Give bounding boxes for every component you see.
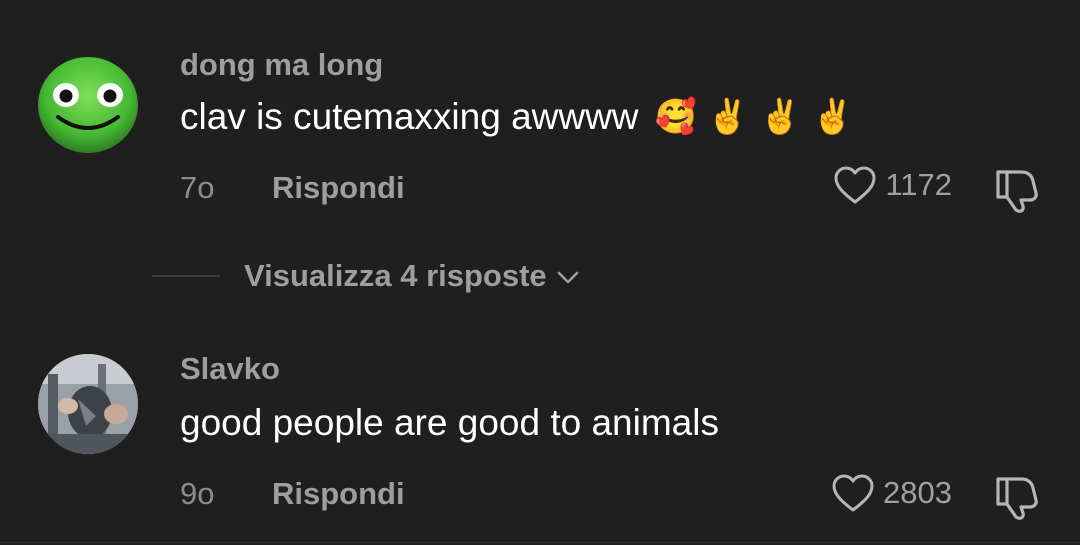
dislike-button[interactable]: [992, 473, 1042, 526]
avatar[interactable]: [38, 55, 138, 155]
victory-hand-icon: ✌️: [811, 98, 854, 136]
victory-hand-icon: ✌️: [759, 98, 802, 136]
comments-section: dong ma long clav is cutemaxxing awwww 🥰…: [0, 0, 1080, 545]
comment-time: 7o: [180, 170, 215, 205]
dislike-button[interactable]: [992, 166, 1042, 219]
divider: [152, 275, 220, 277]
like-count: 1172: [885, 167, 952, 202]
comment-text: good people are good to animals: [180, 402, 719, 444]
victory-hand-icon: ✌️: [706, 98, 750, 136]
divider: [0, 542, 1080, 543]
comment-username[interactable]: Slavko: [180, 351, 280, 387]
comment-text-body: good people are good to animals: [180, 402, 719, 443]
thumbs-down-icon: [996, 170, 1038, 213]
like-button[interactable]: 2803: [831, 473, 952, 513]
reply-button[interactable]: Rispondi: [272, 476, 405, 512]
like-count: 2803: [883, 475, 952, 510]
green-smiley-face-icon: [38, 57, 138, 153]
comment-time: 9o: [180, 476, 215, 511]
comment-item: Slavko good people are good to animals 9…: [0, 345, 1080, 545]
like-button[interactable]: 1172: [833, 165, 952, 205]
view-replies-button[interactable]: Visualizza 4 risposte: [152, 258, 579, 294]
view-replies-label: Visualizza 4 risposte: [244, 258, 547, 293]
heart-icon: [832, 474, 874, 512]
reply-button[interactable]: Rispondi: [272, 170, 405, 206]
emoji-group: 🥰 ✌️ ✌️ ✌️: [649, 97, 854, 137]
comment-text: clav is cutemaxxing awwww 🥰 ✌️ ✌️ ✌️: [180, 96, 854, 138]
avatar[interactable]: [38, 354, 138, 454]
comment-item: dong ma long clav is cutemaxxing awwww 🥰…: [0, 0, 1080, 240]
chevron-down-icon: [557, 271, 578, 284]
thumbs-down-icon: [996, 477, 1038, 520]
smiling-face-with-hearts-icon: 🥰: [654, 98, 697, 136]
comment-text-body: clav is cutemaxxing awwww: [180, 96, 639, 137]
heart-icon: [834, 166, 876, 204]
photo-avatar-icon: [38, 354, 138, 454]
comment-username[interactable]: dong ma long: [180, 47, 383, 83]
